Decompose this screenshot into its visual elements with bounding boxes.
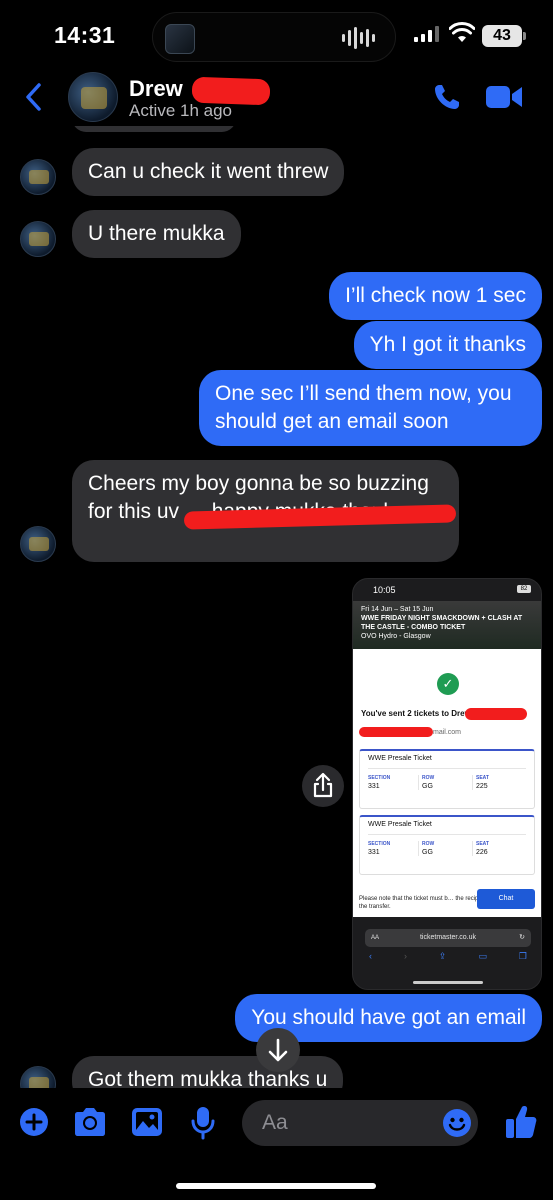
now-playing-artwork — [165, 24, 195, 54]
status-time: 14:31 — [54, 22, 116, 48]
dynamic-island[interactable] — [152, 12, 396, 62]
thumbs-up-icon[interactable] — [504, 1104, 538, 1140]
scroll-to-bottom-button[interactable] — [256, 1028, 300, 1072]
message-bubble-outgoing[interactable]: I’ll check now 1 sec — [329, 272, 542, 320]
wifi-icon — [449, 22, 475, 42]
browser-url-bar: AA ticketmaster.co.uk ↻ — [365, 929, 531, 947]
message-bubble-incoming[interactable]: U there mukka — [72, 210, 241, 258]
section-value: 331 — [368, 783, 380, 790]
audio-waveform-icon — [342, 27, 375, 49]
screenshot-attachment[interactable]: 10:05 82 Fri 14 Jun – Sat 15 Jun WWE FRI… — [352, 578, 542, 990]
ticket-card: WWE Presale Ticket SECTION 331 ROW GG SEAT… — [359, 749, 535, 809]
chat-button: Chat — [477, 889, 535, 909]
redaction-mark — [465, 708, 527, 720]
seat-label: SEAT — [476, 841, 489, 847]
back-chevron-icon[interactable] — [24, 82, 44, 112]
sender-avatar[interactable] — [20, 1066, 56, 1088]
seat-label: SEAT — [476, 775, 489, 781]
redaction-mark — [359, 727, 433, 737]
message-bubble-incoming[interactable]: Can u check it went threw — [72, 148, 345, 196]
cellular-signal-icon — [414, 26, 439, 42]
microphone-icon[interactable] — [190, 1106, 216, 1140]
browser-share-icon: ⇪ — [438, 951, 447, 961]
section-label: SECTION — [368, 775, 391, 781]
message-thread[interactable]: Can u check it went threw U there mukka … — [0, 126, 553, 1088]
ticket-title: WWE Presale Ticket — [368, 821, 526, 835]
video-call-icon[interactable] — [485, 84, 523, 110]
contact-name[interactable]: Drew — [129, 76, 183, 102]
sender-avatar[interactable] — [20, 159, 56, 195]
section-label: SECTION — [368, 841, 391, 847]
url-text: ticketmaster.co.uk — [419, 934, 477, 941]
contact-avatar[interactable] — [68, 72, 118, 122]
attachment-status-bar: 10:05 82 — [353, 579, 541, 601]
row-value: GG — [422, 783, 433, 790]
browser-bookmarks-icon: ▭ — [478, 951, 487, 961]
reader-aa-label: AA — [371, 935, 380, 941]
event-title: WWE FRIDAY NIGHT SMACKDOWN + CLASH AT TH… — [361, 615, 523, 631]
message-bubble-outgoing[interactable]: One sec I’ll send them now, you should g… — [199, 370, 542, 446]
plus-icon[interactable] — [18, 1106, 50, 1138]
message-bubble-outgoing[interactable]: Yh I got it thanks — [353, 321, 542, 369]
share-button[interactable] — [302, 765, 344, 807]
ticket-title: WWE Presale Ticket — [368, 755, 526, 769]
phone-call-icon[interactable] — [432, 82, 462, 112]
browser-tabs-icon: ❐ — [518, 951, 527, 961]
browser-toolbar: ‹ › ⇪ ▭ ❐ — [353, 951, 541, 967]
ticket-transfer-page: ✓ You've sent 2 tickets to Drew mail.com… — [353, 649, 541, 917]
arrow-down-icon — [268, 1038, 288, 1062]
browser-back-icon: ‹ — [368, 951, 372, 961]
battery-indicator: 43 — [482, 25, 526, 47]
message-composer — [0, 1096, 553, 1152]
attachment-home-indicator — [413, 981, 483, 984]
attachment-time: 10:05 — [373, 585, 396, 595]
presence-status: Active 1h ago — [129, 101, 233, 120]
conversation-header: Drew Active 1h ago — [0, 64, 553, 134]
browser-forward-icon: › — [403, 951, 407, 961]
row-label: ROW — [422, 775, 435, 781]
partial-bubble — [72, 126, 236, 132]
success-check-icon: ✓ — [437, 673, 459, 695]
seat-value: 225 — [476, 783, 488, 790]
seat-value: 226 — [476, 849, 488, 856]
emoji-icon[interactable] — [442, 1108, 472, 1138]
share-icon — [313, 772, 333, 798]
sender-avatar[interactable] — [20, 221, 56, 257]
section-value: 331 — [368, 849, 380, 856]
home-indicator — [176, 1183, 376, 1189]
gallery-icon[interactable] — [130, 1106, 164, 1138]
attachment-battery: 82 — [517, 585, 531, 593]
reload-icon: ↻ — [519, 934, 525, 941]
event-banner: Fri 14 Jun – Sat 15 Jun WWE FRIDAY NIGHT… — [353, 601, 541, 649]
event-dates: Fri 14 Jun – Sat 15 Jun — [361, 606, 434, 613]
transfer-confirmation: You've sent 2 tickets to Drew — [361, 709, 471, 718]
ticket-card: WWE Presale Ticket SECTION 331 ROW GG SEAT… — [359, 815, 535, 875]
message-bubble-incoming[interactable]: Got them mukka thanks u — [72, 1056, 344, 1088]
recipient-email: mail.com — [433, 729, 462, 736]
row-label: ROW — [422, 841, 435, 847]
camera-icon[interactable] — [72, 1106, 108, 1138]
row-value: GG — [422, 849, 433, 856]
event-venue: OVO Hydro - Glasgow — [361, 633, 431, 640]
sender-avatar[interactable] — [20, 526, 56, 562]
